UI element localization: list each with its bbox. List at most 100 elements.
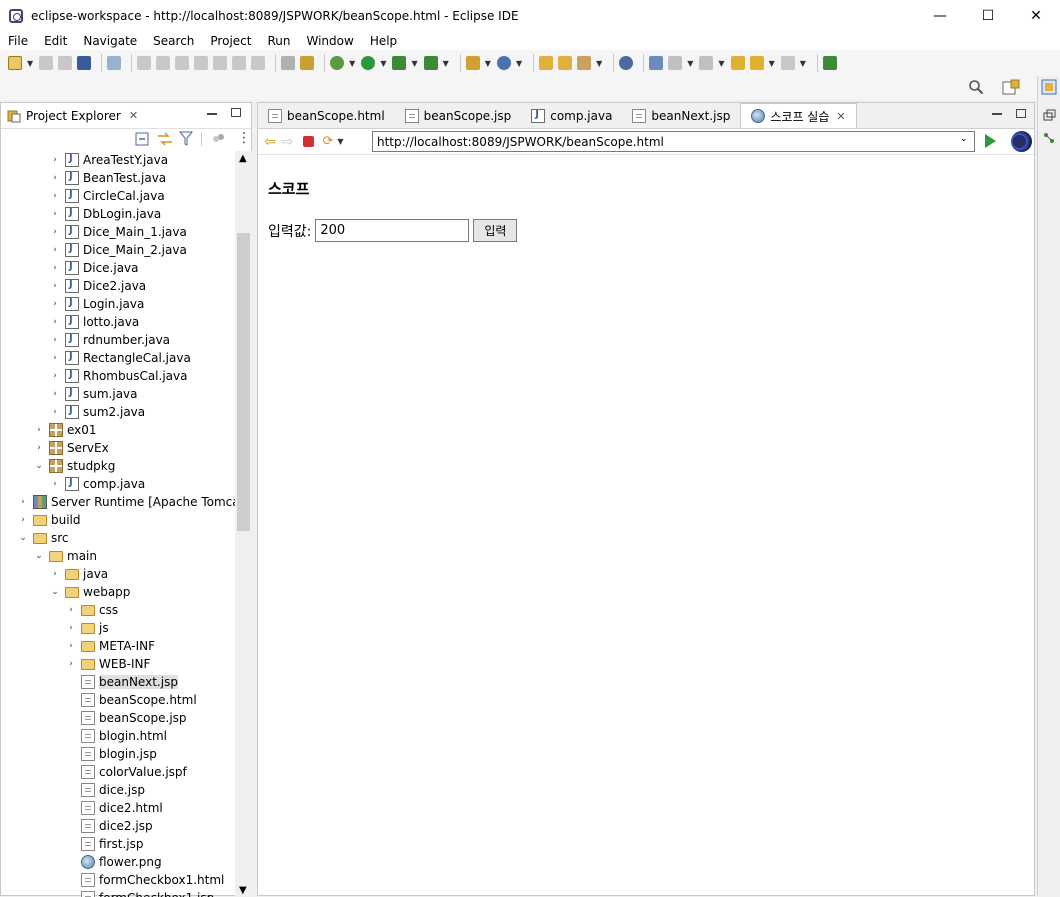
close-icon[interactable]: ✕: [129, 109, 138, 122]
pin-editor-icon[interactable]: [822, 56, 837, 70]
chevron-right-icon[interactable]: ›: [65, 605, 77, 615]
maximize-editor-icon[interactable]: [1016, 109, 1026, 118]
menu-project[interactable]: Project: [202, 32, 259, 50]
tree-item[interactable]: › Dice_Main_1.java: [49, 223, 187, 241]
focus-icon[interactable]: [211, 132, 225, 146]
use-step-filters-icon[interactable]: [300, 56, 315, 70]
tree-item[interactable]: › comp.java: [49, 475, 145, 493]
tree-item[interactable]: › Dice_Main_2.java: [49, 241, 187, 259]
scroll-down-icon[interactable]: ▼: [239, 885, 247, 896]
tree-item[interactable]: › java: [49, 565, 108, 583]
tree-item[interactable]: › RhombusCal.java: [49, 367, 187, 385]
tree-item[interactable]: › ServEx: [33, 439, 109, 457]
skip-breakpoints-icon[interactable]: [107, 56, 122, 70]
chevron-right-icon[interactable]: ›: [65, 623, 77, 633]
url-input[interactable]: [372, 131, 975, 152]
chevron-right-icon[interactable]: ›: [49, 263, 61, 273]
tree-item[interactable]: › css: [65, 601, 118, 619]
tree-item[interactable]: beanNext.jsp: [65, 673, 178, 691]
value-input[interactable]: [315, 219, 470, 242]
stop-icon[interactable]: [303, 136, 315, 147]
project-explorer-tab[interactable]: Project Explorer ✕: [1, 104, 138, 128]
minimize-button[interactable]: —: [916, 0, 964, 32]
back-icon[interactable]: [749, 56, 764, 70]
chevron-right-icon[interactable]: ›: [49, 299, 61, 309]
chevron-right-icon[interactable]: ›: [49, 209, 61, 219]
coverage-dropdown-icon[interactable]: ▼: [411, 59, 417, 68]
save-icon[interactable]: [39, 56, 54, 70]
close-button[interactable]: ✕: [1012, 0, 1060, 32]
editor-tab[interactable]: beanScope.html: [258, 103, 395, 128]
tree-item[interactable]: ⌄ src: [17, 529, 68, 547]
tree-item[interactable]: › CircleCal.java: [49, 187, 165, 205]
new-icon[interactable]: [8, 56, 22, 70]
chevron-right-icon[interactable]: ›: [49, 227, 61, 237]
java-ee-perspective-icon[interactable]: [1041, 79, 1057, 95]
tree-item[interactable]: › Login.java: [49, 295, 144, 313]
chevron-right-icon[interactable]: ›: [49, 281, 61, 291]
open-perspective-icon[interactable]: [1002, 79, 1020, 97]
outline-icon[interactable]: [1041, 130, 1057, 146]
save-all-icon[interactable]: [58, 56, 73, 70]
tree-item[interactable]: › AreaTestY.java: [49, 151, 168, 169]
forward-dropdown-icon[interactable]: ▼: [800, 59, 806, 68]
back-dropdown-icon[interactable]: ▼: [769, 59, 775, 68]
chevron-right-icon[interactable]: ›: [49, 155, 61, 165]
open-type-icon[interactable]: [539, 56, 554, 70]
tree-item[interactable]: › build: [17, 511, 80, 529]
tree-item[interactable]: dice2.html: [65, 799, 163, 817]
tree-item[interactable]: flower.png: [65, 853, 162, 871]
chevron-right-icon[interactable]: ›: [49, 389, 61, 399]
open-task-icon[interactable]: [558, 56, 573, 70]
editor-tab[interactable]: comp.java: [521, 103, 622, 128]
chevron-right-icon[interactable]: ›: [49, 479, 61, 489]
disconnect-icon[interactable]: [194, 56, 209, 70]
chevron-down-icon[interactable]: ⌄: [33, 461, 45, 471]
open-web-browser-icon[interactable]: [619, 56, 634, 70]
tree-item[interactable]: dice.jsp: [65, 781, 145, 799]
maximize-button[interactable]: ☐: [964, 0, 1012, 32]
next-annotation-dropdown-icon[interactable]: ▼: [687, 59, 693, 68]
menu-help[interactable]: Help: [362, 32, 405, 50]
chevron-right-icon[interactable]: ›: [49, 353, 61, 363]
external-tools-icon[interactable]: [423, 56, 438, 70]
maximize-view-icon[interactable]: [231, 108, 241, 117]
terminal-icon[interactable]: [77, 56, 92, 70]
chevron-right-icon[interactable]: ›: [65, 641, 77, 651]
step-over-icon[interactable]: [232, 56, 247, 70]
step-into-icon[interactable]: [213, 56, 228, 70]
toggle-block-icon[interactable]: [281, 56, 296, 70]
chevron-down-icon[interactable]: ⌄: [33, 551, 45, 561]
tree-item[interactable]: › js: [65, 619, 108, 637]
back-arrow-icon[interactable]: ⇦: [264, 134, 276, 150]
terminate-icon[interactable]: [175, 56, 190, 70]
run-icon[interactable]: [361, 56, 376, 70]
chevron-right-icon[interactable]: ›: [49, 245, 61, 255]
collapse-all-icon[interactable]: [135, 132, 149, 146]
editor-tab[interactable]: beanScope.jsp: [395, 103, 522, 128]
chevron-right-icon[interactable]: ›: [17, 497, 29, 507]
tree-item[interactable]: dice2.jsp: [65, 817, 153, 835]
menu-file[interactable]: File: [0, 32, 36, 50]
last-edit-location-icon[interactable]: [730, 56, 745, 70]
tree-item[interactable]: › lotto.java: [49, 313, 139, 331]
scroll-up-icon[interactable]: ▲: [239, 153, 247, 164]
restore-icon[interactable]: [1041, 108, 1057, 124]
tree-item[interactable]: formCheckbox1.html: [65, 871, 224, 889]
external-tools-dropdown-icon[interactable]: ▼: [443, 59, 449, 68]
refresh-icon[interactable]: ⟳: [322, 134, 333, 149]
menu-window[interactable]: Window: [298, 32, 361, 50]
chevron-down-icon[interactable]: ⌄: [960, 134, 968, 144]
chevron-down-icon[interactable]: ⌄: [49, 587, 61, 597]
previous-annotation-dropdown-icon[interactable]: ▼: [718, 59, 724, 68]
chevron-right-icon[interactable]: ›: [65, 659, 77, 669]
tree-item[interactable]: ⌄ studpkg: [33, 457, 115, 475]
chevron-right-icon[interactable]: ›: [49, 371, 61, 381]
search-tool-icon[interactable]: [577, 56, 592, 70]
debug-icon[interactable]: [330, 56, 345, 70]
resume-icon[interactable]: [137, 56, 152, 70]
menu-run[interactable]: Run: [259, 32, 298, 50]
editor-tab[interactable]: beanNext.jsp: [622, 103, 740, 128]
previous-annotation-icon[interactable]: [699, 56, 714, 70]
filter-icon[interactable]: [179, 131, 193, 146]
